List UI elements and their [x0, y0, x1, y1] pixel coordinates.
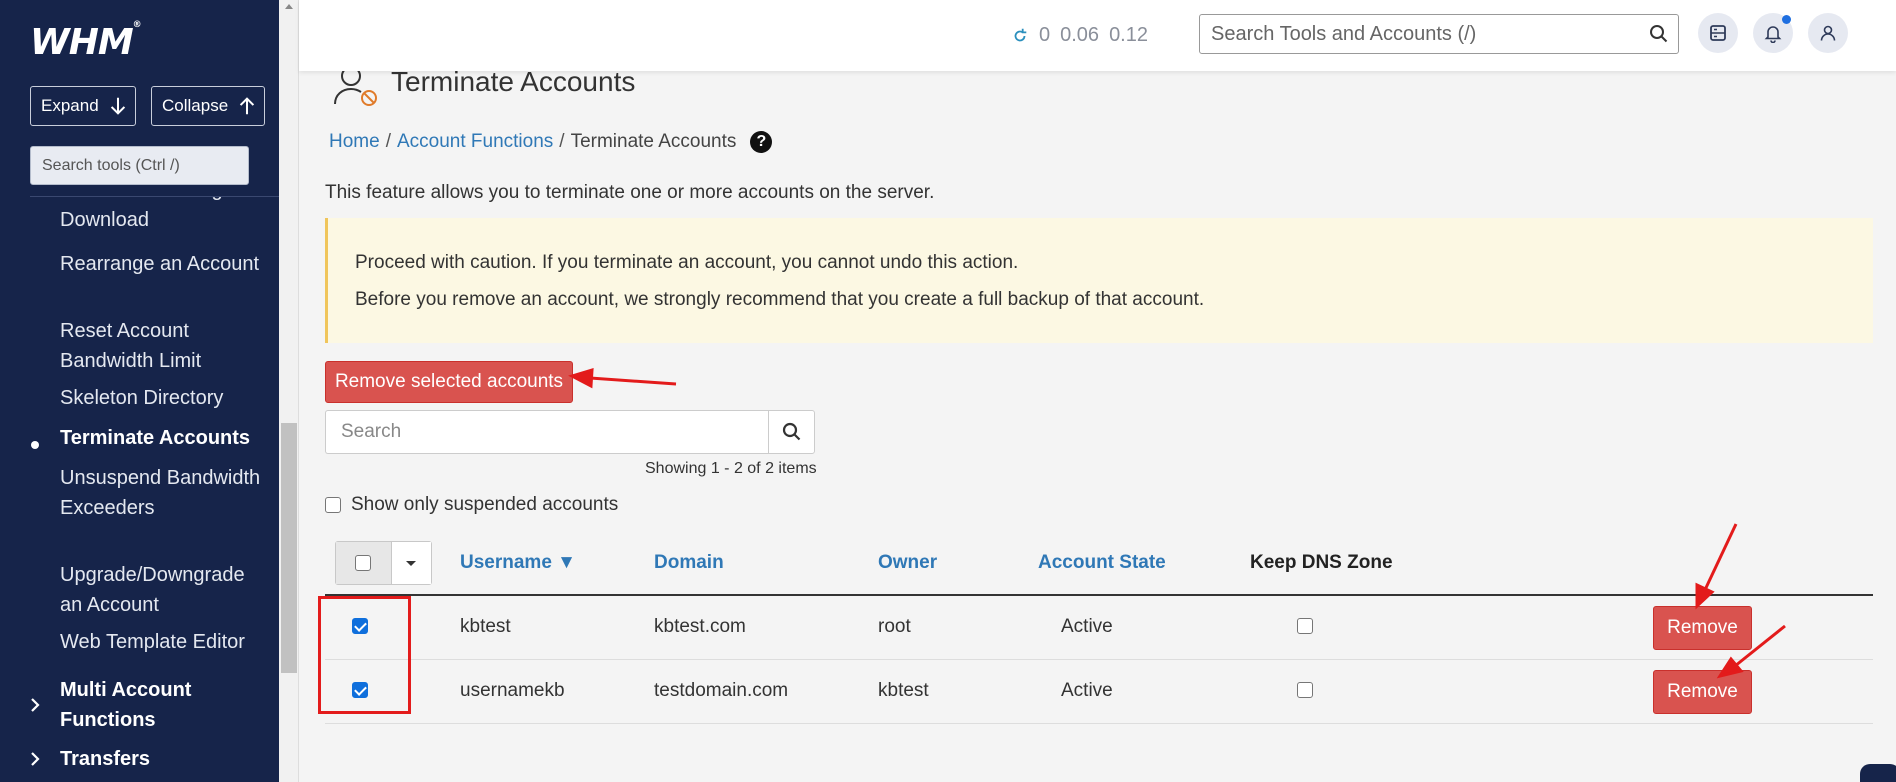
remove-selected-accounts-button[interactable]: Remove selected accounts — [325, 361, 573, 403]
column-header-username[interactable]: Username ▼ — [460, 552, 576, 574]
sidebar-item-unsuspend-bandwidth[interactable]: Unsuspend Bandwidth Exceeders — [60, 463, 270, 523]
accounts-search-input[interactable] — [325, 410, 768, 454]
suspended-checkbox[interactable] — [325, 497, 341, 513]
warning-line: Proceed with caution. If you terminate a… — [355, 252, 1019, 273]
column-header-owner[interactable]: Owner — [878, 552, 937, 574]
scrollbar-thumb[interactable] — [281, 423, 297, 673]
keep-dns-checkbox[interactable] — [1297, 618, 1313, 634]
table-row: usernamekb testdomain.com kbtest Active … — [325, 660, 1873, 724]
cell-owner: root — [878, 616, 911, 637]
active-bullet-icon — [31, 441, 39, 449]
column-header-domain[interactable]: Domain — [654, 552, 724, 574]
server-load: 0 0.06 0.12 — [1011, 24, 1148, 47]
search-icon — [782, 422, 800, 441]
chevron-right-icon — [31, 698, 40, 712]
select-all-checkbox-wrapper[interactable] — [336, 542, 392, 584]
load-1min: 0 — [1039, 24, 1051, 46]
breadcrumb-current: Terminate Accounts — [570, 131, 737, 152]
cell-owner: kbtest — [878, 680, 929, 701]
server-button[interactable] — [1698, 13, 1738, 53]
user-icon — [1820, 25, 1836, 41]
column-header-account-state[interactable]: Account State — [1038, 552, 1166, 574]
cell-account-state: Active — [1061, 680, 1113, 701]
collapse-button[interactable]: Collapse — [151, 86, 265, 126]
load-5min: 0.06 — [1060, 24, 1100, 46]
scroll-up-icon[interactable] — [285, 4, 293, 9]
sidebar-search-input[interactable] — [30, 146, 249, 185]
notification-dot — [1782, 15, 1791, 24]
whm-logo[interactable]: WHM® — [30, 20, 142, 63]
sidebar-item-raw-nginx-log[interactable]: Raw NGINX® Log Download — [60, 197, 270, 235]
sidebar-group-transfers[interactable]: Transfers — [60, 744, 270, 774]
user-menu-button[interactable] — [1808, 13, 1848, 53]
annotation-highlight-box — [318, 596, 411, 714]
column-header-keep-dns-zone: Keep DNS Zone — [1250, 552, 1393, 573]
arrow-up-icon — [240, 97, 255, 115]
suspended-label[interactable]: Show only suspended accounts — [351, 494, 618, 516]
remove-account-button[interactable]: Remove — [1653, 606, 1752, 650]
breadcrumb-home[interactable]: Home — [329, 131, 380, 153]
warning-line: Before you remove an account, we strongl… — [355, 289, 1205, 310]
sidebar-item-terminate-accounts[interactable]: Terminate Accounts — [60, 423, 270, 453]
cell-username: kbtest — [460, 616, 511, 637]
cell-domain: kbtest.com — [654, 616, 746, 637]
breadcrumb: Home / Account Functions / Terminate Acc… — [329, 131, 773, 153]
bell-icon — [1764, 26, 1782, 43]
sidebar: WHM® Expand Collapse Raw NGINX® Log Down… — [0, 0, 279, 782]
pagination-summary: Showing 1 - 2 of 2 items — [645, 460, 817, 477]
select-dropdown-toggle[interactable] — [391, 542, 431, 584]
cell-domain: testdomain.com — [654, 680, 789, 701]
table-row: kbtest kbtest.com root Active Remove — [325, 596, 1873, 660]
remove-account-button[interactable]: Remove — [1653, 670, 1752, 714]
load-15min: 0.12 — [1109, 24, 1148, 46]
search-icon[interactable] — [1649, 24, 1669, 44]
refresh-icon[interactable] — [1011, 27, 1029, 45]
sidebar-group-multi-account[interactable]: Multi Account Functions — [60, 675, 270, 735]
sidebar-item-skeleton-directory[interactable]: Skeleton Directory — [60, 383, 270, 413]
cell-account-state: Active — [1061, 616, 1113, 637]
sidebar-item-reset-bandwidth[interactable]: Reset Account Bandwidth Limit — [60, 316, 270, 376]
top-search-input[interactable] — [1199, 14, 1679, 54]
chevron-right-icon — [31, 752, 40, 766]
sidebar-item-rearrange-account[interactable]: Rearrange an Account — [60, 249, 270, 279]
expand-label: Expand — [41, 96, 99, 115]
sidebar-item-upgrade-downgrade[interactable]: Upgrade/Downgrade an Account — [60, 560, 270, 620]
warning-callout: Proceed with caution. If you terminate a… — [325, 218, 1873, 343]
sidebar-scrollbar[interactable] — [279, 0, 299, 782]
server-icon — [1710, 25, 1726, 41]
breadcrumb-account-functions[interactable]: Account Functions — [397, 131, 553, 153]
cell-username: usernamekb — [460, 680, 565, 701]
suspended-filter: Show only suspended accounts — [325, 494, 618, 516]
help-icon[interactable]: ? — [750, 131, 773, 153]
expand-button[interactable]: Expand — [30, 86, 136, 126]
select-all-control — [335, 541, 432, 585]
collapse-label: Collapse — [162, 96, 229, 115]
select-all-checkbox[interactable] — [355, 555, 372, 571]
chat-widget[interactable] — [1860, 764, 1896, 782]
notifications-button[interactable] — [1753, 13, 1793, 53]
sidebar-item-web-template-editor[interactable]: Web Template Editor — [60, 627, 270, 657]
intro-text: This feature allows you to terminate one… — [325, 182, 935, 203]
top-header: 0 0.06 0.12 — [299, 0, 1896, 71]
table-header: Username ▼ Domain Owner Account State Ke… — [325, 538, 1873, 596]
breadcrumb-separator: / — [385, 131, 391, 152]
breadcrumb-separator: / — [559, 131, 565, 152]
keep-dns-checkbox[interactable] — [1297, 682, 1313, 698]
search-button[interactable] — [768, 410, 815, 454]
main-content: Terminate Accounts Home / Account Functi… — [299, 0, 1896, 782]
sidebar-list: Raw NGINX® Log Download Rearrange an Acc… — [0, 197, 279, 782]
arrow-down-icon — [110, 97, 125, 115]
